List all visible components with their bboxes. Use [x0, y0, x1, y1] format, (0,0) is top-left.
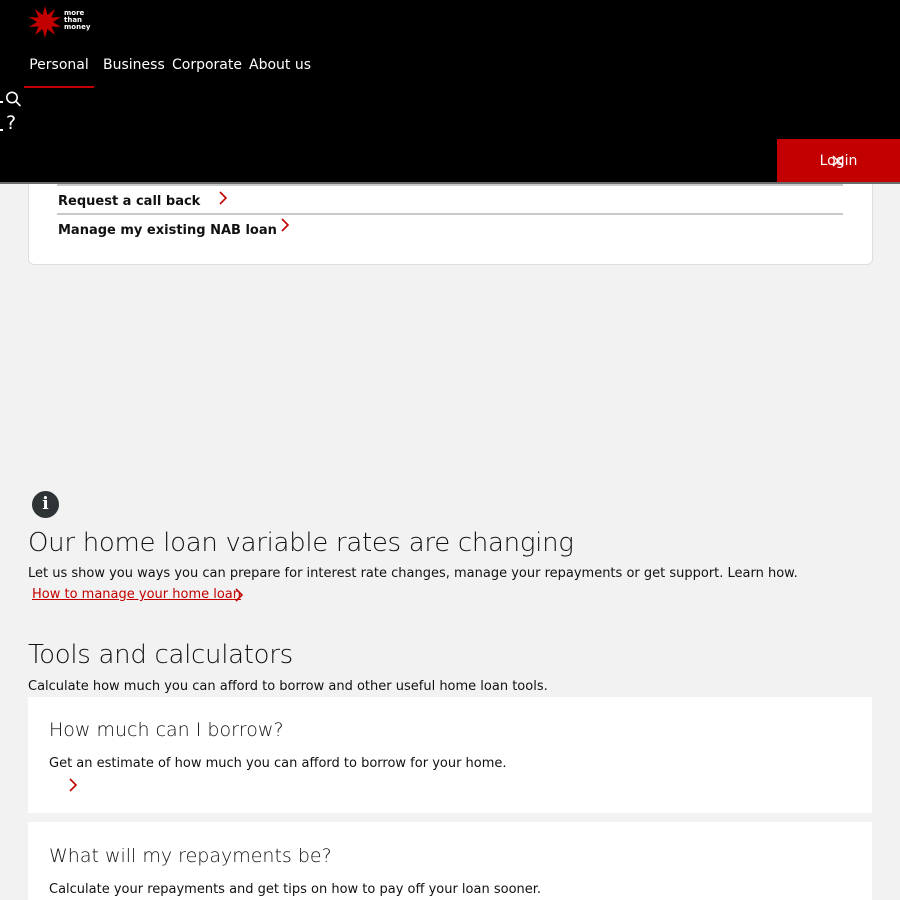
login-button[interactable]: Login — [777, 139, 900, 183]
tools-section-title: Tools and calculators — [28, 640, 293, 670]
chevron-right-icon[interactable] — [234, 588, 244, 602]
nab-logo[interactable]: more than money — [28, 6, 98, 38]
chevron-right-icon[interactable] — [68, 778, 78, 792]
request-call-back-link[interactable]: Request a call back — [57, 184, 843, 214]
clipped-edge-mark — [0, 129, 3, 131]
close-icon[interactable] — [831, 154, 845, 168]
nav-item-corporate[interactable]: Corporate — [172, 52, 242, 88]
nav-item-personal[interactable]: Personal — [24, 52, 94, 88]
repayments-calculator-description: Calculate your repayments and get tips o… — [49, 882, 542, 897]
nav-item-business[interactable]: Business — [103, 52, 165, 88]
manage-existing-loan-label: Manage my existing NAB loan — [58, 223, 277, 238]
borrowing-calculator-title: How much can I borrow? — [49, 719, 284, 741]
site-header: more than money Personal Business Corpor… — [0, 0, 900, 183]
search-icon[interactable] — [4, 90, 22, 108]
help-icon[interactable]: ? — [6, 112, 22, 134]
clipped-edge-mark — [0, 101, 3, 103]
header-divider — [0, 182, 900, 184]
tools-section-subtitle: Calculate how much you can afford to bor… — [28, 679, 548, 694]
rate-notice-body: Let us show you ways you can prepare for… — [28, 566, 798, 581]
nav-item-about-us[interactable]: About us — [249, 52, 311, 88]
manage-home-loan-link-label: How to manage your home loan — [32, 587, 242, 602]
borrowing-calculator-card[interactable]: How much can I borrow? Get an estimate o… — [28, 697, 872, 813]
chevron-right-icon — [219, 191, 228, 205]
request-call-back-label: Request a call back — [58, 194, 201, 209]
info-icon: i — [32, 491, 59, 518]
chevron-right-icon — [281, 218, 290, 232]
manage-home-loan-link[interactable]: How to manage your home loan — [32, 587, 241, 602]
nab-star-logo-icon — [29, 6, 61, 38]
repayments-calculator-card[interactable]: What will my repayments be? Calculate yo… — [28, 822, 872, 900]
repayments-calculator-title: What will my repayments be? — [49, 845, 332, 867]
manage-existing-loan-link[interactable]: Manage my existing NAB loan — [57, 213, 843, 243]
borrowing-calculator-description: Get an estimate of how much you can affo… — [49, 756, 507, 771]
rate-notice-title: Our home loan variable rates are changin… — [28, 528, 574, 558]
logo-tagline: more than money — [64, 9, 91, 31]
